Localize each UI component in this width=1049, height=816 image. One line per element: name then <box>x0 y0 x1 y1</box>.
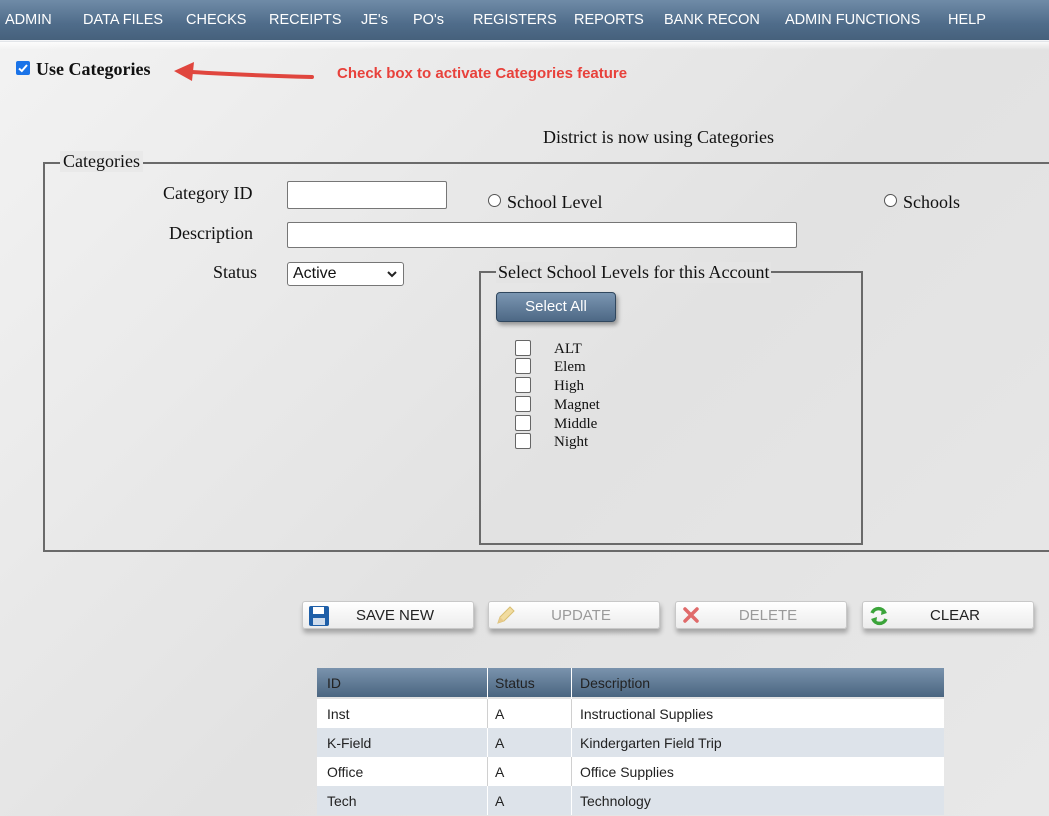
nav-checks[interactable]: CHECKS <box>186 0 246 40</box>
use-categories-checkbox[interactable] <box>16 61 30 75</box>
status-label: Status <box>213 262 258 282</box>
delete-label: DELETE <box>738 607 798 624</box>
cell-id: Tech <box>327 793 357 809</box>
cell-description: Office Supplies <box>580 764 674 780</box>
nav-reports[interactable]: REPORTS <box>574 0 644 40</box>
cell-status: A <box>495 735 505 751</box>
nav-help[interactable]: HELP <box>948 0 986 40</box>
school-level-radio[interactable] <box>488 194 501 207</box>
table-header-row: ID Status Description <box>317 668 944 699</box>
update-label: UPDATE <box>551 607 611 624</box>
save-new-button[interactable]: SAVE NEW <box>302 601 474 629</box>
table-row[interactable]: Tech A Technology <box>317 786 944 815</box>
nav-data-files[interactable]: DATA FILES <box>83 0 163 40</box>
school-level-label: Night <box>554 434 589 450</box>
category-id-label: Category ID <box>163 183 253 203</box>
schools-label: Schools <box>903 192 961 212</box>
cell-description: Instructional Supplies <box>580 706 714 722</box>
categories-legend: Categories <box>60 151 143 172</box>
nav-registers[interactable]: REGISTERS <box>473 0 557 40</box>
school-levels-legend: Select School Levels for this Account <box>496 262 772 283</box>
cell-status: A <box>495 706 505 722</box>
checkmark-icon <box>18 64 28 73</box>
school-level-checkbox[interactable] <box>515 340 531 356</box>
nav-shadow <box>0 40 1049 50</box>
school-level-label: Elem <box>554 359 586 375</box>
chevron-down-icon <box>387 271 397 278</box>
cell-id: Office <box>327 764 364 780</box>
save-new-label: SAVE NEW <box>355 607 435 624</box>
red-arrow-icon <box>174 62 314 81</box>
col-header-status[interactable]: Status <box>495 675 535 691</box>
school-level-checkbox[interactable] <box>515 396 531 412</box>
top-nav: ADMIN DATA FILES CHECKS RECEIPTS JE's PO… <box>0 0 1049 42</box>
nav-admin-functions[interactable]: ADMIN FUNCTIONS <box>785 0 920 40</box>
description-input[interactable] <box>287 222 797 248</box>
status-message: District is now using Categories <box>543 127 774 147</box>
category-id-input[interactable] <box>287 181 447 209</box>
school-level-label: ALT <box>554 341 582 357</box>
nav-admin[interactable]: ADMIN <box>5 0 52 40</box>
select-all-button[interactable]: Select All <box>496 292 616 322</box>
update-button[interactable]: UPDATE <box>488 601 660 629</box>
table-row[interactable]: Office A Office Supplies <box>317 757 944 786</box>
annotation-text: Check box to activate Categories feature <box>337 65 628 82</box>
cell-id: Inst <box>327 706 350 722</box>
cell-status: A <box>495 764 505 780</box>
description-label: Description <box>169 223 253 243</box>
cell-description: Technology <box>580 793 651 809</box>
school-level-label: School Level <box>507 192 603 212</box>
cell-status: A <box>495 793 505 809</box>
nav-jes[interactable]: JE's <box>361 0 388 40</box>
school-level-label: Magnet <box>554 397 600 413</box>
status-select[interactable]: Active <box>287 262 404 286</box>
nav-receipts[interactable]: RECEIPTS <box>269 0 342 40</box>
school-level-label: Middle <box>554 416 598 432</box>
delete-button[interactable]: DELETE <box>675 601 847 629</box>
status-select-value: Active <box>293 265 337 282</box>
school-level-checkbox[interactable] <box>515 433 531 449</box>
table-row[interactable]: Inst A Instructional Supplies <box>317 699 944 728</box>
school-level-label: High <box>554 378 584 394</box>
col-header-id[interactable]: ID <box>327 675 341 691</box>
nav-pos[interactable]: PO's <box>413 0 444 40</box>
school-level-checkbox[interactable] <box>515 377 531 393</box>
school-level-checkbox[interactable] <box>515 358 531 374</box>
clear-label: CLEAR <box>929 607 981 624</box>
nav-bank-recon[interactable]: BANK RECON <box>664 0 760 40</box>
schools-radio[interactable] <box>884 194 897 207</box>
school-level-checkbox[interactable] <box>515 415 531 431</box>
clear-button[interactable]: CLEAR <box>862 601 1034 629</box>
cell-description: Kindergarten Field Trip <box>580 735 722 751</box>
col-header-description[interactable]: Description <box>580 675 650 691</box>
use-categories-label: Use Categories <box>36 59 151 79</box>
cell-id: K-Field <box>327 735 372 751</box>
table-row[interactable]: K-Field A Kindergarten Field Trip <box>317 728 944 757</box>
